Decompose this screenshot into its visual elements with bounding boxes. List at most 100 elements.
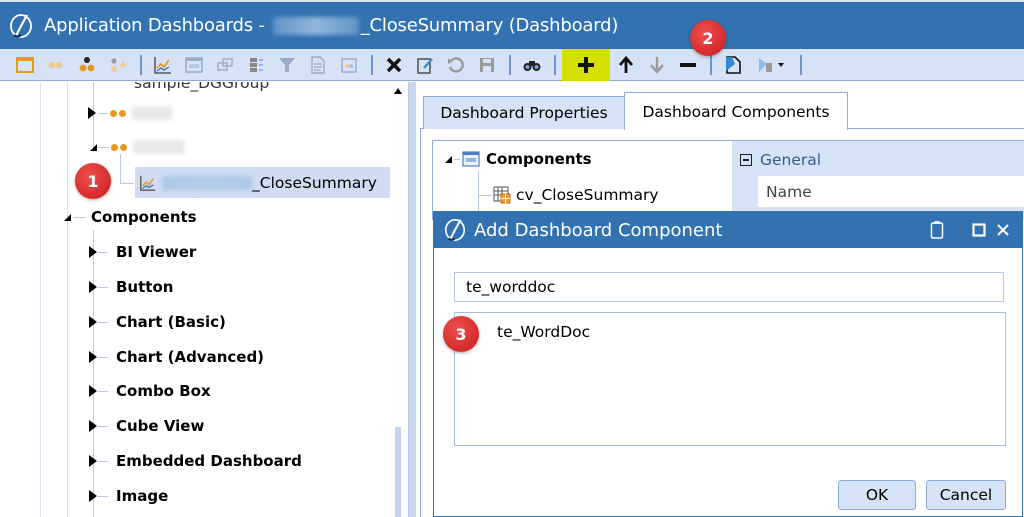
components-folder-icon [462,151,480,167]
tree-node-component-type[interactable]: Embedded Dashboard [89,448,302,474]
property-label: Name [766,182,812,201]
copy-button[interactable] [210,52,240,78]
remove-button[interactable] [673,52,703,78]
expand-arrow-icon[interactable] [88,107,96,119]
close-button[interactable] [992,219,1014,241]
component-search-input[interactable] [454,272,1004,302]
tree-node-component-type[interactable]: Chart (Advanced) [89,344,264,370]
copy-icon [217,57,233,71]
cancel-button[interactable]: Cancel [926,480,1006,510]
result-item[interactable]: te_WordDoc [497,323,590,341]
filter-button[interactable] [272,52,302,78]
tree-node-label: Chart (Advanced) [116,348,265,366]
expand-arrow-icon[interactable] [89,351,97,363]
toolbar-separator [371,54,373,75]
property-category[interactable]: General [740,151,821,169]
save-icon [480,57,494,72]
tree-node-label: Combo Box [116,382,211,400]
new-dashboard-icon [16,56,34,73]
rename-button[interactable] [410,52,440,78]
expand-arrow-icon[interactable] [89,281,97,293]
tree-node-group-expanded[interactable] [90,134,185,160]
tree-node-components[interactable]: Components [64,204,197,230]
component-list-icon [250,57,263,72]
tree-node-label: Components [91,208,197,226]
expand-arrow-icon[interactable] [89,455,97,467]
expand-arrow-icon[interactable] [89,490,97,502]
redacted-text [132,106,172,120]
revert-icon [448,56,464,73]
redacted-text [162,175,252,190]
new-dashboard-button[interactable] [10,52,40,78]
toolbar-separator [140,54,142,75]
property-category-label: General [760,151,822,169]
layout-button[interactable] [179,52,209,78]
collapse-category-icon[interactable] [740,154,752,166]
dashboard-group-icon [48,61,63,68]
pane-splitter[interactable] [408,82,416,517]
open-object-button[interactable] [718,52,748,78]
delete-button[interactable] [379,52,409,78]
tree-node-component-type[interactable]: Combo Box [89,378,211,404]
tree-node-component-type[interactable]: Chart (Basic) [89,309,226,335]
scroll-up-arrow-icon[interactable] [394,88,402,94]
move-up-button[interactable] [611,52,641,78]
tree-node-group[interactable] [88,100,172,126]
add-to-profile-button[interactable] [103,52,133,78]
tree-node-component-type[interactable]: Cube View [89,413,204,439]
dashboard-group-button[interactable] [41,52,71,78]
move-down-button[interactable] [642,52,672,78]
property-row-name[interactable]: Name [758,176,1024,207]
tree-node-component-type[interactable]: Image [89,483,168,509]
tree-connector [98,425,108,427]
ok-button[interactable]: OK [838,480,916,510]
chart-icon [154,56,171,74]
tree-scrollbar-thumb[interactable] [395,427,401,517]
maximize-button[interactable] [968,219,990,241]
tree-node-partial[interactable]: sample_DGGroup [134,82,269,96]
expand-arrow-icon[interactable] [89,316,97,328]
component-item[interactable]: cv_CloseSummary [493,182,659,208]
profile-icon [79,56,95,71]
collapse-arrow-icon[interactable] [445,155,452,163]
clipboard-button[interactable] [926,219,948,241]
window-titlebar: Application Dashboards - _CloseSummary (… [0,0,1024,49]
toolbar-separator [800,54,802,75]
tree-connector [478,195,492,196]
app-logo-icon [442,217,468,243]
layout-icon [185,56,203,73]
revert-button[interactable] [441,52,471,78]
chart-button[interactable] [148,52,178,78]
calendar-icon [341,57,357,73]
tree-node-component-type[interactable]: Button [89,274,173,300]
property-grid: General Name [732,140,1024,220]
run-dashboard-button[interactable] [749,52,793,78]
tab-dashboard-properties[interactable]: Dashboard Properties [423,96,625,129]
search-button[interactable] [517,52,547,78]
collapse-arrow-icon[interactable] [90,143,97,151]
document-button[interactable] [303,52,333,78]
expand-arrow-icon[interactable] [89,246,97,258]
tab-dashboard-components[interactable]: Dashboard Components [624,92,848,130]
add-component-button[interactable] [562,48,610,81]
tree-node-label: _CloseSummary [252,173,377,192]
tree-node-component-type[interactable]: BI Viewer [89,239,196,265]
components-root-node[interactable]: Components [445,146,592,172]
expand-arrow-icon[interactable] [89,420,97,432]
tree-node-label: sample_DGGroup [134,82,270,92]
close-icon [997,224,1009,236]
calendar-button[interactable] [334,52,364,78]
profile-button[interactable] [72,52,102,78]
tree-connector [98,112,108,114]
collapse-arrow-icon[interactable] [64,213,71,221]
open-object-icon [726,55,741,74]
dashboard-group-icon [111,143,127,151]
tree-connector [98,251,108,253]
save-button[interactable] [472,52,502,78]
tree-node-selected-dashboard[interactable]: _CloseSummary [135,167,390,198]
add-to-profile-icon [111,57,126,72]
remove-icon [680,62,696,67]
expand-arrow-icon[interactable] [89,385,97,397]
component-list-button[interactable] [241,52,271,78]
cube-view-icon [493,186,511,204]
